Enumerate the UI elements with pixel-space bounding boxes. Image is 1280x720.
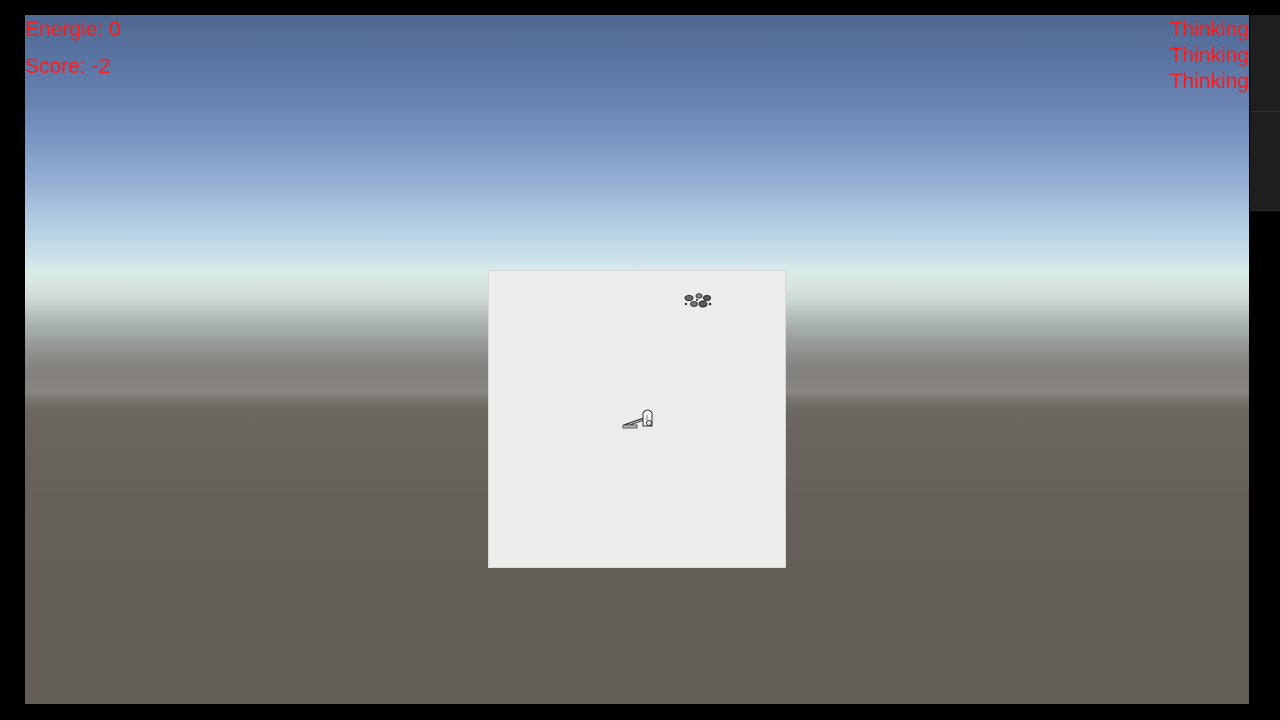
status-line: Thinking [1169,70,1249,93]
game-viewport: Energie: 0 Score: -2 Thinking Thinking T… [25,15,1249,704]
score-counter: Score: -2 [25,55,111,78]
energy-counter: Energie: 0 [25,18,121,41]
dirt-pile-icon [684,293,712,308]
agent-status-log: Thinking Thinking Thinking [1170,17,1249,95]
floor-board [488,270,786,568]
game-window: Energie: 0 Score: -2 Thinking Thinking T… [0,0,1280,720]
side-panel [1250,15,1280,211]
status-line: Thinking [1169,44,1249,67]
side-panel-tab[interactable] [1250,112,1280,211]
vacuum-cleaner-icon [622,409,653,429]
side-panel-tab[interactable] [1250,15,1280,112]
status-line: Thinking [1169,18,1249,41]
